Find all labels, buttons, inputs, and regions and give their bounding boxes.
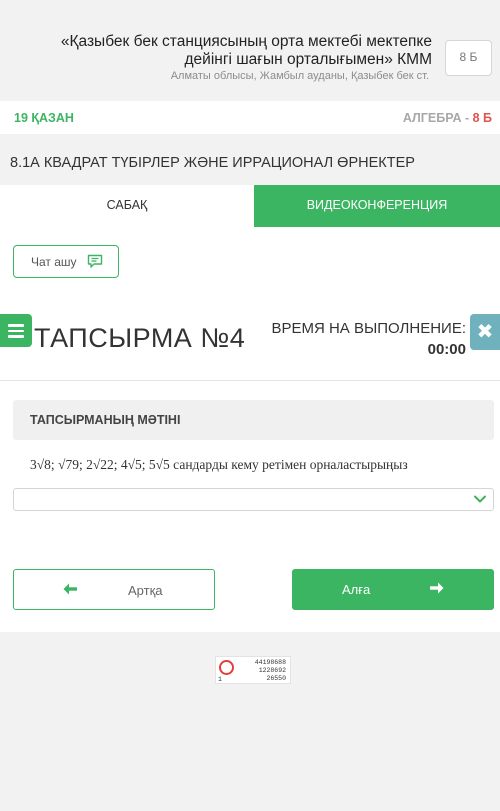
menu-button[interactable]: [0, 314, 32, 347]
task-text-header-label: ТАПСЫРМАНЫҢ МӘТІНІ: [30, 413, 181, 427]
counter-visitors: 1228692: [258, 667, 286, 674]
lesson-info-bar: 19 ҚАЗАН АЛГЕБРА - 8 Б: [0, 101, 500, 134]
subject-separator: -: [461, 111, 473, 125]
next-button[interactable]: Алға: [292, 569, 494, 610]
arrow-left-icon: [63, 583, 77, 595]
close-icon: ✖: [476, 321, 494, 343]
tab-videoconference[interactable]: ВИДЕОКОНФЕРЕНЦИЯ: [254, 185, 500, 227]
close-button[interactable]: ✖: [470, 314, 500, 350]
visit-counter-widget[interactable]: 44198688 1228692 26550 1: [215, 656, 291, 684]
subject-name: АЛГЕБРА: [402, 111, 462, 125]
school-address: Алматы облысы, Жамбыл ауданы, Қазыбек бе…: [170, 70, 429, 82]
task-title: ТАПСЫРМА №4: [34, 323, 246, 353]
chevron-down-icon: [474, 495, 486, 503]
back-button-label: Артқа: [128, 583, 163, 598]
counter-mark: 1: [218, 676, 222, 683]
divider: [0, 380, 500, 381]
lesson-tabs: САБАҚ ВИДЕОКОНФЕРЕНЦИЯ: [0, 185, 500, 227]
answer-select[interactable]: [13, 488, 494, 511]
counter-total: 44198688: [254, 659, 286, 666]
time-limit-value: 00:00: [427, 341, 466, 358]
lesson-topic: 8.1А КВАДРАТ ТҮБІРЛЕР ЖӘНЕ ИРРАЦИОНАЛ ӨР…: [10, 155, 415, 171]
school-header: «Қазыбек бек станциясының орта мектебі м…: [0, 0, 500, 97]
task-text-header: ТАПСЫРМАНЫҢ МӘТІНІ: [13, 400, 494, 440]
chat-bubble-icon: [87, 254, 103, 268]
next-button-label: Алға: [342, 582, 371, 597]
menu-icon-bar: [8, 335, 24, 338]
lesson-date: 19 ҚАЗАН: [14, 111, 74, 125]
open-chat-label: Чат ашу: [31, 255, 77, 269]
tab-lesson[interactable]: САБАҚ: [0, 185, 254, 227]
open-chat-button[interactable]: Чат ашу: [13, 245, 119, 278]
menu-icon-bar: [8, 329, 24, 332]
school-name: «Қазыбек бек станциясының орта мектебі м…: [60, 33, 432, 68]
time-limit-label: ВРЕМЯ НА ВЫПОЛНЕНИЕ:: [271, 320, 466, 337]
counter-logo-icon: [219, 660, 234, 675]
subject-grade: 8 Б: [472, 111, 492, 125]
arrow-right-icon: [430, 582, 444, 594]
task-question: 3√8; √79; 2√22; 4√5; 5√5 сандарды кему р…: [30, 457, 408, 472]
class-badge[interactable]: 8 Б: [445, 40, 492, 76]
menu-icon-bar: [8, 324, 24, 327]
lesson-subject: АЛГЕБРА - 8 Б: [403, 111, 492, 125]
counter-today: 26550: [266, 675, 286, 682]
back-button[interactable]: Артқа: [13, 569, 215, 610]
